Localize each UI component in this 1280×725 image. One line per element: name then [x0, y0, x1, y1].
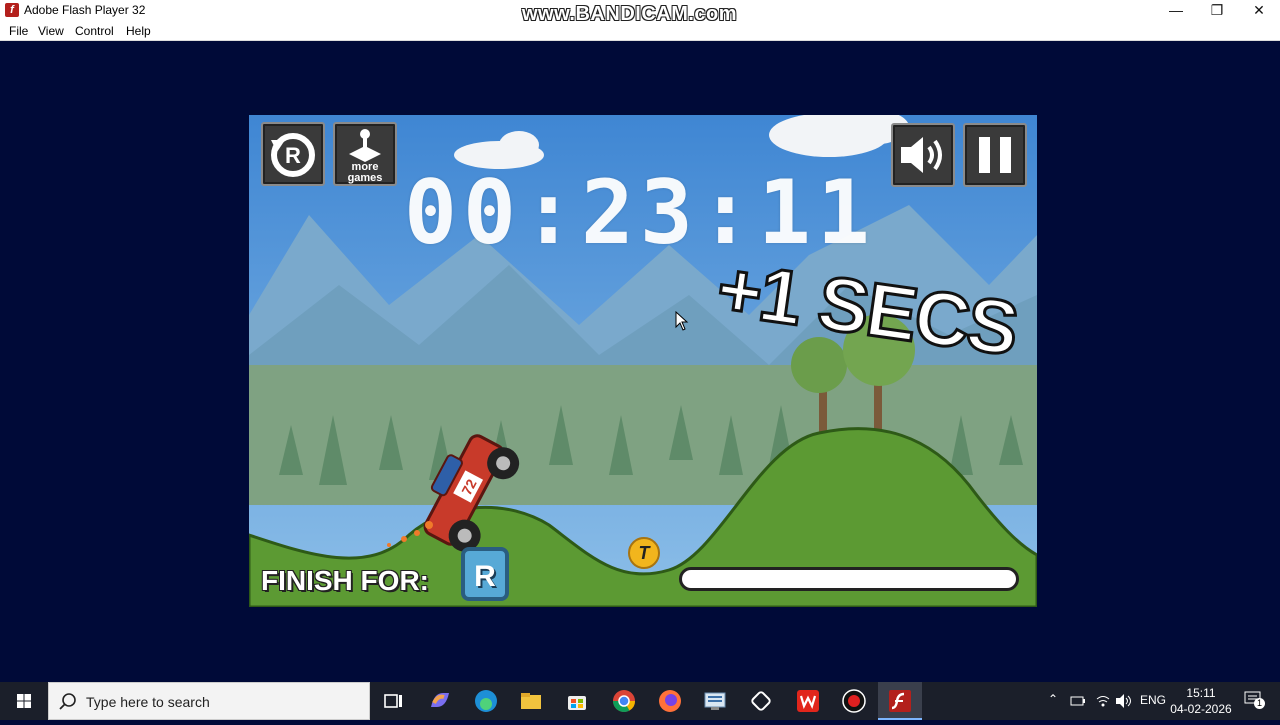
clock-time: 15:11 — [1186, 686, 1216, 700]
taskbar: Type here to search ⌃ ENG 15:11 04-02-20… — [0, 682, 1280, 720]
file-explorer-icon[interactable] — [517, 687, 545, 715]
battery-plug-icon[interactable] — [1070, 694, 1086, 708]
game-stage[interactable]: 72 R more games 00:23:11 +1 SECS T FINIS… — [249, 115, 1037, 607]
menu-file[interactable]: File — [9, 24, 28, 38]
taskbar-search-input[interactable]: Type here to search — [48, 682, 370, 720]
speaker-icon — [901, 137, 942, 173]
restore-button[interactable]: ❐ — [1194, 0, 1240, 21]
restart-icon: R — [271, 133, 315, 177]
notification-count-badge: 1 — [1254, 698, 1265, 709]
copilot-icon[interactable] — [426, 687, 454, 715]
window-title: Adobe Flash Player 32 — [24, 3, 146, 17]
time-token-icon: T — [628, 537, 660, 569]
mouse-cursor-icon — [675, 311, 689, 331]
edge-icon[interactable] — [472, 687, 500, 715]
pause-button[interactable] — [963, 123, 1027, 187]
menu-view[interactable]: View — [38, 24, 64, 38]
app-icon[interactable] — [747, 687, 775, 715]
restart-button[interactable]: R — [261, 122, 325, 186]
store-icon[interactable] — [563, 687, 591, 715]
joystick-icon: more games — [348, 129, 383, 184]
menu-help[interactable]: Help — [126, 24, 151, 38]
minimize-button[interactable]: — — [1153, 0, 1199, 21]
clock[interactable]: 15:11 04-02-2026 — [1168, 685, 1234, 717]
race-timer: 00:23:11 — [404, 161, 876, 264]
title-bar: f Adobe Flash Player 32 www.BANDICAM.com… — [0, 0, 1280, 25]
pause-icon — [979, 137, 1011, 173]
language-indicator[interactable]: ENG — [1140, 693, 1166, 707]
network-app-icon[interactable] — [701, 687, 729, 715]
race-progress-bar — [679, 567, 1019, 591]
menu-control[interactable]: Control — [75, 24, 114, 38]
volume-icon[interactable] — [1115, 693, 1133, 709]
bandicam-record-icon[interactable] — [840, 687, 868, 715]
tray-overflow-icon[interactable]: ⌃ — [1048, 692, 1058, 706]
clock-date: 04-02-2026 — [1170, 702, 1232, 716]
wps-icon[interactable] — [794, 687, 822, 715]
flash-player-icon: f — [5, 3, 19, 17]
search-placeholder: Type here to search — [86, 694, 210, 710]
finish-rank-badge: R — [461, 547, 509, 601]
sound-button[interactable] — [891, 123, 955, 187]
more-games-button[interactable]: more games — [333, 122, 397, 186]
firefox-icon[interactable] — [656, 687, 684, 715]
finish-for-label: FINISH FOR: — [261, 565, 429, 596]
wifi-icon[interactable] — [1095, 693, 1111, 709]
start-button[interactable] — [0, 682, 48, 720]
more-games-line-2: games — [348, 172, 383, 184]
search-icon — [59, 693, 76, 710]
chrome-icon[interactable] — [610, 687, 638, 715]
windows-logo-icon — [17, 694, 31, 708]
menu-bar: File View Control Help — [0, 21, 1280, 41]
notifications-button[interactable]: 1 — [1244, 691, 1265, 709]
close-button[interactable]: ✕ — [1236, 0, 1280, 21]
task-view-icon[interactable] — [379, 687, 407, 715]
restart-letter: R — [285, 143, 301, 168]
flash-player-taskbar-icon[interactable] — [886, 687, 914, 715]
